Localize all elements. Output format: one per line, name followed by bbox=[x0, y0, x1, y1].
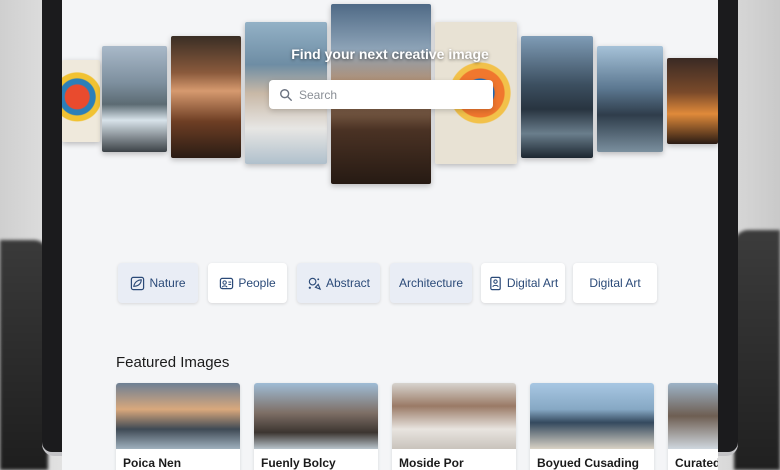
featured-card[interactable]: Moside Por bbox=[392, 383, 516, 470]
card-caption: Fuenly Bolcy bbox=[261, 456, 336, 470]
category-chip-nature[interactable]: Nature bbox=[118, 263, 198, 303]
category-chips: Nature People Abstract Architecture Digi… bbox=[62, 263, 718, 303]
hero-photo-lighthouse-sunset[interactable] bbox=[667, 58, 718, 144]
featured-card[interactable]: Boyued Cusading bbox=[530, 383, 654, 470]
hero-title: Find your next creative image bbox=[291, 46, 489, 62]
featured-card[interactable]: Curated bbox=[668, 383, 718, 470]
tablet-icon bbox=[490, 276, 501, 290]
people-icon bbox=[220, 277, 234, 289]
search-bar[interactable] bbox=[269, 80, 493, 109]
abstract-icon bbox=[308, 277, 322, 290]
featured-image-woman-portrait bbox=[392, 383, 516, 449]
category-chip-digital-art-2[interactable]: Digital Art bbox=[573, 263, 657, 303]
category-label: Digital Art bbox=[589, 276, 641, 290]
featured-image-woman-pier bbox=[530, 383, 654, 449]
category-label: Nature bbox=[149, 276, 186, 290]
section-title-featured: Featured Images bbox=[116, 354, 230, 371]
card-caption: Boyued Cusading bbox=[537, 456, 640, 470]
category-chip-abstract[interactable]: Abstract bbox=[297, 263, 380, 303]
card-caption: Curated bbox=[675, 456, 718, 470]
background-chair-left bbox=[0, 240, 48, 470]
search-input[interactable] bbox=[299, 87, 479, 102]
hero-banner: Find your next creative image bbox=[62, 0, 718, 200]
hero-photo-abstract-paint[interactable] bbox=[62, 60, 100, 142]
leaf-icon bbox=[131, 276, 145, 290]
category-label: Digital Art bbox=[506, 276, 559, 290]
featured-image-coast-sunset bbox=[116, 383, 240, 449]
background-chair-right bbox=[734, 230, 780, 470]
card-caption: Poica Nen bbox=[123, 456, 182, 470]
featured-card[interactable]: Fuenly Bolcy bbox=[254, 383, 378, 470]
category-label: Abstract bbox=[325, 276, 370, 290]
category-chip-architecture[interactable]: Architecture bbox=[390, 263, 472, 303]
category-chip-digital-art[interactable]: Digital Art bbox=[481, 263, 565, 303]
category-label: Architecture bbox=[398, 276, 464, 290]
featured-image-mountain-lake bbox=[254, 383, 378, 449]
card-caption: Moside Por bbox=[399, 456, 464, 470]
category-label: People bbox=[238, 276, 276, 290]
app-screen: Find your next creative image Nature bbox=[62, 0, 718, 470]
featured-card[interactable]: Poica Nen bbox=[116, 383, 240, 470]
category-chip-people[interactable]: People bbox=[208, 263, 287, 303]
featured-image-mountains bbox=[668, 383, 718, 449]
search-icon bbox=[280, 88, 292, 101]
